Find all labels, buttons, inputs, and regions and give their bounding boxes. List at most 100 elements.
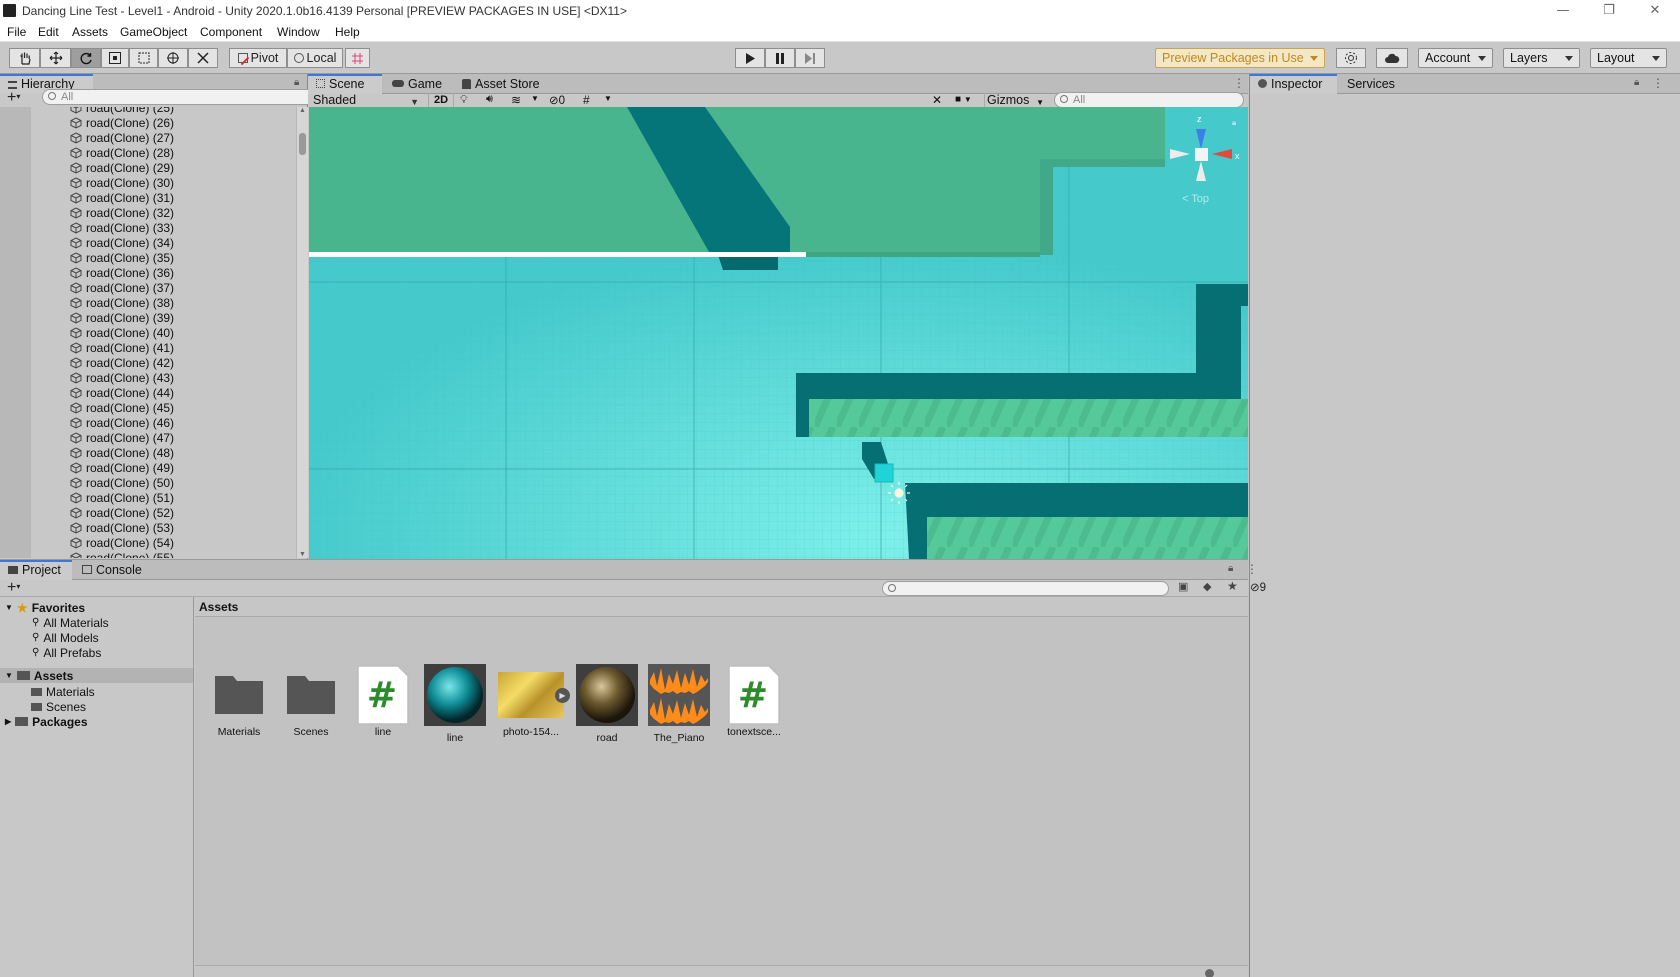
hierarchy-item[interactable]: road(Clone) (31) [70,190,174,205]
custom-tool-button[interactable] [188,48,218,68]
hierarchy-item[interactable]: road(Clone) (36) [70,265,174,280]
rect-tool-button[interactable] [129,48,158,68]
shading-mode-dropdown[interactable]: Shaded ▼ [313,93,423,108]
play-icon[interactable]: ▶ [555,688,570,703]
hierarchy-item[interactable]: road(Clone) (42) [70,355,174,370]
hierarchy-item[interactable]: road(Clone) (26) [70,115,174,130]
tools-icon[interactable]: ✕ [932,93,942,107]
create-asset-button[interactable]: +▾ [7,579,20,596]
tree-favorites[interactable]: ▼ ★ Favorites [5,600,85,615]
move-tool-button[interactable] [40,48,71,68]
layout-dropdown[interactable]: Layout [1590,48,1667,68]
hierarchy-item[interactable]: road(Clone) (28) [70,145,174,160]
tab-inspector[interactable]: Inspector [1250,74,1337,94]
chevron-down-icon[interactable]: ▼ [604,94,612,103]
menu-assets[interactable]: Assets [72,25,108,39]
hierarchy-scrollbar[interactable]: ▲ ▼ [296,107,308,558]
lock-icon[interactable]: 🔒︎ [1228,563,1233,574]
scroll-down-arrow-icon[interactable]: ▼ [297,551,308,558]
layers-dropdown[interactable]: Layers [1503,48,1580,68]
hierarchy-item[interactable]: road(Clone) (40) [70,325,174,340]
tab-scene[interactable]: Scene [308,74,382,94]
minimize-button[interactable]: — [1540,0,1586,22]
local-toggle[interactable]: Local [287,48,343,68]
hierarchy-item[interactable]: road(Clone) (45) [70,400,174,415]
scene-viewport[interactable]: z x 🔒︎ < Top [309,107,1248,559]
hierarchy-item[interactable]: road(Clone) (54) [70,535,174,550]
add-object-button[interactable]: +▾ [7,89,20,106]
orientation-gizmo[interactable]: z x 🔒︎ < Top [1164,111,1248,211]
hidden-packages-toggle[interactable]: ⊘9 [1250,580,1266,594]
camera-dropdown[interactable]: ■ ▼ [955,94,972,105]
pause-button[interactable] [765,48,795,68]
scale-tool-button[interactable] [101,48,129,68]
menu-help[interactable]: Help [335,25,360,39]
hierarchy-item[interactable]: road(Clone) (39) [70,310,174,325]
cloud-button[interactable] [1376,48,1408,68]
hierarchy-item[interactable]: road(Clone) (41) [70,340,174,355]
menu-component[interactable]: Component [200,25,262,39]
hierarchy-item[interactable]: road(Clone) (32) [70,205,174,220]
menu-edit[interactable]: Edit [38,25,59,39]
tree-packages[interactable]: ▶ Packages [5,714,88,729]
hierarchy-item[interactable]: road(Clone) (44) [70,385,174,400]
grid-snap-button[interactable] [345,48,370,68]
tree-materials[interactable]: Materials [31,684,95,699]
lock-icon[interactable]: 🔒︎ [1634,77,1639,88]
menu-file[interactable]: File [7,25,26,39]
gizmos-dropdown[interactable]: Gizmos ▼ [984,93,1046,108]
step-button[interactable] [795,48,825,68]
asset-line-material[interactable]: line [423,664,487,744]
lock-icon[interactable]: 🔒︎ [1232,118,1236,128]
search-by-label-icon[interactable]: ◆ [1203,580,1211,593]
asset-scenes-folder[interactable]: Scenes [279,664,343,738]
tab-project[interactable]: Project [0,560,72,580]
play-button[interactable] [735,48,765,68]
hierarchy-item[interactable]: road(Clone) (51) [70,490,174,505]
hierarchy-item[interactable]: road(Clone) (50) [70,475,174,490]
hierarchy-item[interactable]: road(Clone) (53) [70,520,174,535]
preview-packages-dropdown[interactable]: Preview Packages in Use [1155,48,1325,68]
asset-road-material[interactable]: road [575,664,639,744]
hierarchy-item[interactable]: road(Clone) (48) [70,445,174,460]
hierarchy-item[interactable]: road(Clone) (37) [70,280,174,295]
asset-materials-folder[interactable]: Materials [207,664,271,738]
hierarchy-item[interactable]: road(Clone) (52) [70,505,174,520]
hierarchy-search-input[interactable]: All [42,89,326,105]
tab-game[interactable]: Game [384,74,452,94]
hierarchy-item[interactable]: road(Clone) (33) [70,220,174,235]
asset-photo-texture[interactable]: ▶ photo-154... [495,664,570,738]
chevron-down-icon[interactable]: ▼ [531,94,539,103]
scene-search-input[interactable]: All [1054,92,1244,108]
hierarchy-item[interactable]: road(Clone) (49) [70,460,174,475]
tree-scenes[interactable]: Scenes [31,699,86,714]
pivot-toggle[interactable]: Pivot [229,48,287,68]
hand-tool-button[interactable] [9,48,40,68]
hierarchy-item[interactable]: road(Clone) (46) [70,415,174,430]
hierarchy-item[interactable]: road(Clone) (29) [70,160,174,175]
hidden-objects-toggle[interactable]: ⊘0 [549,93,565,107]
menu-gameobject[interactable]: GameObject [120,25,187,39]
lighting-icon[interactable]: 💡︎ [460,94,468,107]
hierarchy-item[interactable]: road(Clone) (38) [70,295,174,310]
panel-menu-icon[interactable]: ⋮ [1246,562,1258,576]
menu-window[interactable]: Window [277,25,320,39]
rotate-tool-button[interactable] [71,48,101,68]
tab-asset-store[interactable]: Asset Store [454,74,554,94]
hierarchy-item[interactable]: road(Clone) (47) [70,430,174,445]
chevron-right-icon[interactable]: ▶ [5,717,11,726]
asset-line-script[interactable]: # line [351,664,415,738]
scroll-up-arrow-icon[interactable]: ▲ [297,107,308,114]
tree-all-models[interactable]: ⚲ All Models [32,630,99,645]
hierarchy-item[interactable]: road(Clone) (27) [70,130,174,145]
favorite-star-icon[interactable]: ★ [1227,579,1238,593]
asset-piano-audio[interactable]: The_Piano [647,664,711,744]
lock-icon[interactable]: 🔒︎ [294,77,299,88]
grid-icon[interactable]: # [583,93,590,107]
audio-icon[interactable]: 🔊︎ [486,93,493,106]
panel-menu-icon[interactable]: ⋮ [1652,76,1664,90]
hierarchy-item[interactable]: road(Clone) (25) [70,107,174,115]
tree-assets[interactable]: ▼ Assets [0,668,193,683]
hierarchy-item[interactable]: road(Clone) (35) [70,250,174,265]
hierarchy-item[interactable]: road(Clone) (55) [70,550,174,558]
